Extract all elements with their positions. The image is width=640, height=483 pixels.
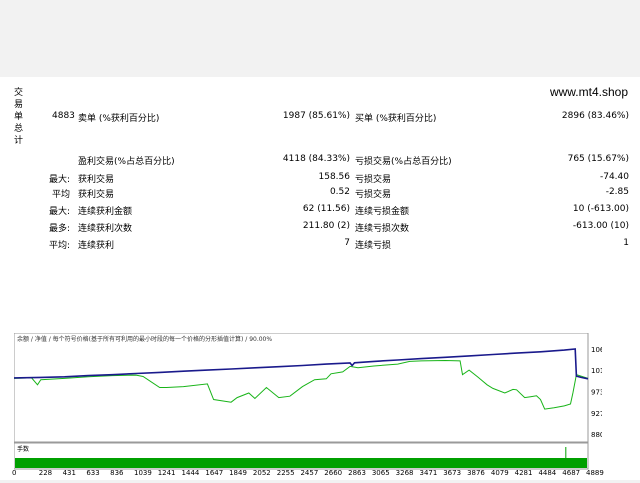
x-tick-label: 228: [38, 469, 53, 477]
row-prefix: 平均: [51, 190, 70, 200]
loss-metric-label: 亏损交易: [355, 175, 392, 185]
report-panel: 交 易 单 总 计 www.mt4.shop 4883 卖单 (%获利百分比) …: [0, 77, 640, 480]
volume-bars: [15, 458, 587, 468]
x-tick-label: 633: [86, 469, 100, 477]
x-tick-label: 1241: [157, 469, 176, 477]
x-tick-label: 0: [12, 469, 17, 477]
x-tick-label: 2255: [276, 469, 295, 477]
x-tick-label: 4687: [562, 469, 581, 477]
profit-metric-label: 连续获利次数: [78, 224, 133, 234]
x-tick-label: 3471: [419, 469, 438, 477]
y-tick-label: 10660: [591, 346, 602, 354]
long-trades-value: 2896 (83.46%): [561, 111, 629, 121]
loss-metric-value: -613.00 (10): [572, 221, 629, 231]
x-tick-label: 3268: [395, 469, 414, 477]
loss-metric-label: 连续亏损: [355, 241, 392, 251]
x-tick-label: 4889: [586, 469, 604, 477]
x-tick-label: 431: [62, 469, 76, 477]
x-tick-label: 836: [110, 469, 124, 477]
x-tick-label: 2863: [348, 469, 366, 477]
long-trades-label: 买单 (%获利百分比): [355, 114, 437, 124]
loss-metric-value: 10 (-613.00): [572, 204, 629, 214]
x-tick-label: 2660: [324, 469, 343, 477]
profit-metric-value: 7: [344, 238, 350, 248]
row-prefix: 最多:: [48, 224, 70, 234]
short-trades-label: 卖单 (%获利百分比): [78, 114, 160, 124]
profit-metric-value: 211.80 (2): [302, 221, 350, 231]
x-tick-label: 3673: [443, 469, 462, 477]
profit-metric-label: 盈利交易(%占总百分比): [78, 157, 175, 167]
y-tick-label: 8807: [591, 431, 602, 439]
profit-metric-value: 4118 (84.33%): [282, 154, 350, 164]
row-prefix: 平均:: [48, 241, 70, 251]
loss-metric-label: 连续亏损金额: [355, 207, 410, 217]
x-tick-label: 3876: [467, 469, 485, 477]
loss-metric-value: 765 (15.67%): [567, 154, 629, 164]
x-tick-label: 4281: [514, 469, 533, 477]
site-watermark: www.mt4.shop: [549, 85, 628, 99]
x-tick-label: 1849: [229, 469, 247, 477]
row-prefix: 最大:: [48, 207, 70, 217]
trade-summary-vertical-label: 交 易 单 总 计: [14, 88, 24, 146]
profit-metric-value: 158.56: [318, 172, 351, 182]
profit-metric-label: 连续获利金额: [78, 207, 133, 217]
short-trades-value: 1987 (85.61%): [282, 111, 350, 121]
y-tick-label: 10197: [591, 367, 602, 375]
loss-metric-value: 1: [623, 238, 629, 248]
x-tick-label: 4484: [538, 469, 557, 477]
profit-metric-label: 获利交易: [78, 190, 115, 200]
x-axis: 0 228 431 633 836 1039 1241 1444 1647 1849 2052 225…: [0, 469, 640, 483]
profit-metric-value: 0.52: [329, 187, 350, 197]
loss-metric-value: -2.85: [605, 187, 629, 197]
row-prefix: 最大:: [48, 175, 70, 185]
profit-metric-label: 获利交易: [78, 175, 115, 185]
loss-metric-label: 连续亏损次数: [355, 224, 410, 234]
x-tick-label: 1039: [133, 469, 152, 477]
balance-equity-chart: 余额 / 净值 / 每个符号价格(基于所有可利用的最小时段的每一个价格的分形插值…: [14, 333, 602, 470]
volume-label: 手数: [17, 445, 29, 453]
loss-metric-label: 亏损交易: [355, 190, 392, 200]
total-trades-value: 4883: [52, 111, 75, 121]
loss-metric-value: -74.40: [599, 172, 629, 182]
profit-metric-label: 连续获利: [78, 241, 115, 251]
x-tick-label: 1444: [181, 469, 200, 477]
x-tick-label: 1647: [205, 469, 224, 477]
y-tick-label: 9734: [591, 388, 602, 396]
chart-title: 余额 / 净值 / 每个符号价格(基于所有可利用的最小时段的每一个价格的分形插值…: [17, 335, 272, 343]
x-tick-label: 3065: [371, 469, 390, 477]
x-tick-label: 2052: [252, 469, 271, 477]
y-tick-label: 9270: [591, 410, 602, 418]
loss-metric-label: 亏损交易(%占总百分比): [355, 157, 452, 167]
x-tick-label: 2457: [300, 469, 319, 477]
profit-metric-value: 62 (11.56): [302, 204, 350, 214]
x-tick-label: 4079: [490, 469, 509, 477]
